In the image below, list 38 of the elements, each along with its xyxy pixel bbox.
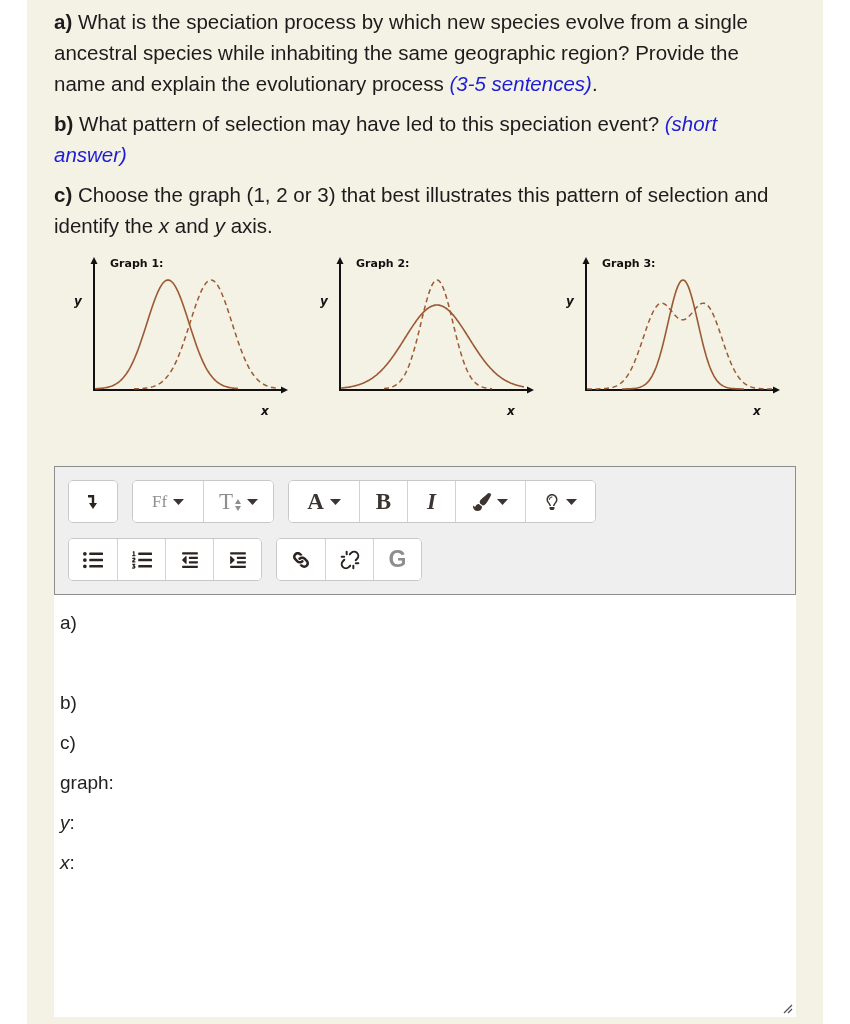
answer-editor[interactable]: a) b) c) graph: y: x: xyxy=(54,595,796,1017)
x-axis-label: x xyxy=(753,404,761,418)
question-text: c) Choose the graph (1, 2 or 3) that best illustrates this pattern of selection and identify the x and y axis. xyxy=(54,182,770,239)
y-axis-label: y xyxy=(566,294,574,308)
paintbrush-icon xyxy=(473,492,491,511)
question-text: b) What pattern of selection may have led to this speciation event? (short answer) xyxy=(54,111,719,168)
caret-icon xyxy=(329,498,341,505)
caret-icon xyxy=(566,498,577,505)
numbered-list-icon xyxy=(131,549,152,570)
indent-button[interactable] xyxy=(213,539,261,580)
caret-icon xyxy=(173,498,185,505)
link-icon xyxy=(293,551,309,568)
toggle-toolbar-button[interactable] xyxy=(69,481,117,522)
answer-line: y: xyxy=(60,811,76,835)
graph-title: Graph 1: xyxy=(110,257,164,270)
indent-icon xyxy=(228,550,247,569)
bullet-list-icon xyxy=(83,549,103,570)
caret-icon xyxy=(247,498,259,505)
answer-line: x: xyxy=(60,851,76,875)
lightbulb-icon xyxy=(544,493,560,510)
outdent-icon xyxy=(180,550,199,569)
answer-line: graph: xyxy=(60,771,115,795)
answer-line: b) xyxy=(60,691,78,715)
y-axis-label: y xyxy=(320,294,328,308)
broken-link-icon xyxy=(339,549,360,570)
question-text: a) What is the speciation process by which new species evolve from a single ancestral species while inhabiting the same geographic region? Provide the name and explain the evolutionary process (3-5 sentences). xyxy=(54,9,749,97)
y-axis-label: y xyxy=(74,294,82,308)
up-down-arrows-icon xyxy=(235,498,242,511)
answer-line: a) xyxy=(60,611,78,635)
lightbulb-button[interactable] xyxy=(525,481,595,522)
down-arrow-icon xyxy=(88,494,98,509)
answer-line: c) xyxy=(60,731,77,755)
graph-title: Graph 3: xyxy=(602,257,656,270)
x-axis-label: x xyxy=(261,404,269,418)
caret-icon xyxy=(497,498,508,505)
graph-title: Graph 2: xyxy=(356,257,410,270)
resize-handle-icon[interactable] xyxy=(783,1004,793,1014)
x-axis-label: x xyxy=(507,404,515,418)
